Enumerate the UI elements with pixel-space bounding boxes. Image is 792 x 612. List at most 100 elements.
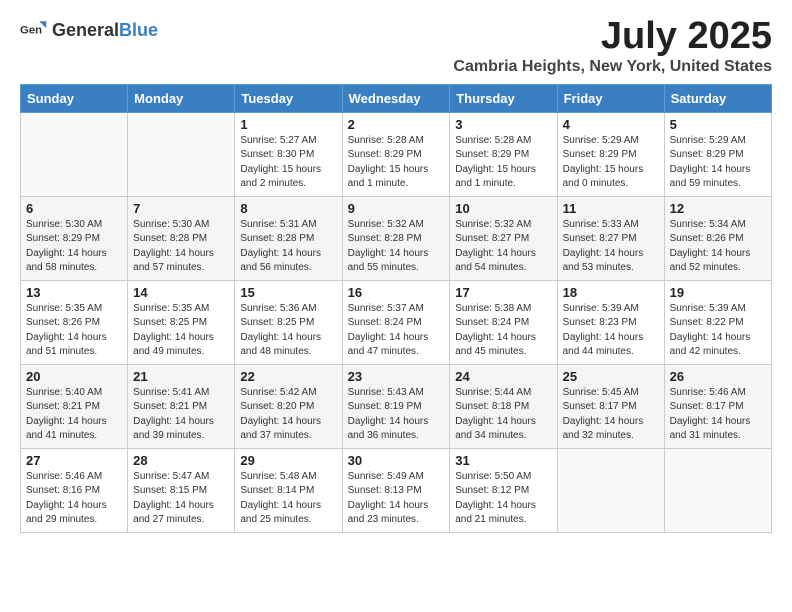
day-info: Sunrise: 5:42 AMSunset: 8:20 PMDaylight:…: [240, 386, 336, 444]
calendar-day-cell: 29 Sunrise: 5:48 AMSunset: 8:14 PMDayligh…: [235, 448, 342, 532]
calendar-day-cell: 24 Sunrise: 5:44 AMSunset: 8:18 PMDayligh…: [450, 364, 557, 448]
day-info: Sunrise: 5:48 AMSunset: 8:14 PMDaylight:…: [240, 470, 336, 528]
logo-general: General: [52, 20, 119, 40]
day-number: 5: [670, 117, 766, 132]
logo: Gen GeneralBlue: [20, 16, 158, 44]
calendar-week-row: 27 Sunrise: 5:46 AMSunset: 8:16 PMDayligh…: [21, 448, 772, 532]
calendar-day-cell: 1 Sunrise: 5:27 AMSunset: 8:30 PMDaylight…: [235, 112, 342, 196]
location-title: Cambria Heights, New York, United States: [453, 58, 772, 76]
calendar-day-cell: 21 Sunrise: 5:41 AMSunset: 8:21 PMDayligh…: [128, 364, 235, 448]
logo-blue: Blue: [119, 20, 158, 40]
day-info: Sunrise: 5:35 AMSunset: 8:26 PMDaylight:…: [26, 302, 122, 360]
calendar-day-cell: [557, 448, 664, 532]
day-number: 6: [26, 201, 122, 216]
calendar-day-cell: 17 Sunrise: 5:38 AMSunset: 8:24 PMDayligh…: [450, 280, 557, 364]
day-info: Sunrise: 5:37 AMSunset: 8:24 PMDaylight:…: [348, 302, 445, 360]
calendar-day-cell: [128, 112, 235, 196]
day-number: 15: [240, 285, 336, 300]
day-number: 14: [133, 285, 229, 300]
title-area: July 2025 Cambria Heights, New York, Uni…: [453, 16, 772, 76]
calendar-day-cell: [21, 112, 128, 196]
day-number: 31: [455, 453, 551, 468]
day-number: 28: [133, 453, 229, 468]
day-info: Sunrise: 5:30 AMSunset: 8:28 PMDaylight:…: [133, 218, 229, 276]
day-number: 22: [240, 369, 336, 384]
day-number: 30: [348, 453, 445, 468]
day-number: 24: [455, 369, 551, 384]
calendar-day-cell: 25Sunrise: 5:45 AMSunset: 8:17 PMDayligh…: [557, 364, 664, 448]
day-info: Sunrise: 5:45 AMSunset: 8:17 PMDaylight:…: [563, 386, 659, 444]
calendar-day-cell: 16 Sunrise: 5:37 AMSunset: 8:24 PMDayligh…: [342, 280, 450, 364]
day-number: 11: [563, 201, 659, 216]
day-info: Sunrise: 5:47 AMSunset: 8:15 PMDaylight:…: [133, 470, 229, 528]
day-number: 23: [348, 369, 445, 384]
calendar-day-cell: 26 Sunrise: 5:46 AMSunset: 8:17 PMDayligh…: [664, 364, 771, 448]
day-info: Sunrise: 5:49 AMSunset: 8:13 PMDaylight:…: [348, 470, 445, 528]
calendar-day-header: Tuesday: [235, 84, 342, 112]
calendar-day-cell: 28 Sunrise: 5:47 AMSunset: 8:15 PMDayligh…: [128, 448, 235, 532]
day-info: Sunrise: 5:46 AMSunset: 8:17 PMDaylight:…: [670, 386, 766, 444]
calendar-day-cell: 18Sunrise: 5:39 AMSunset: 8:23 PMDayligh…: [557, 280, 664, 364]
day-number: 26: [670, 369, 766, 384]
calendar-week-row: 1 Sunrise: 5:27 AMSunset: 8:30 PMDaylight…: [21, 112, 772, 196]
day-number: 21: [133, 369, 229, 384]
svg-text:Gen: Gen: [20, 25, 42, 37]
day-info: Sunrise: 5:32 AMSunset: 8:28 PMDaylight:…: [348, 218, 445, 276]
day-number: 3: [455, 117, 551, 132]
day-info: Sunrise: 5:39 AMSunset: 8:23 PMDaylight:…: [563, 302, 659, 360]
day-info: Sunrise: 5:43 AMSunset: 8:19 PMDaylight:…: [348, 386, 445, 444]
calendar-day-cell: 2Sunrise: 5:28 AMSunset: 8:29 PMDaylight…: [342, 112, 450, 196]
calendar-week-row: 20Sunrise: 5:40 AMSunset: 8:21 PMDayligh…: [21, 364, 772, 448]
day-number: 27: [26, 453, 122, 468]
day-info: Sunrise: 5:34 AMSunset: 8:26 PMDaylight:…: [670, 218, 766, 276]
calendar-day-cell: 27 Sunrise: 5:46 AMSunset: 8:16 PMDayligh…: [21, 448, 128, 532]
calendar-day-cell: 19Sunrise: 5:39 AMSunset: 8:22 PMDayligh…: [664, 280, 771, 364]
calendar-day-cell: 3Sunrise: 5:28 AMSunset: 8:29 PMDaylight…: [450, 112, 557, 196]
calendar-day-cell: 4Sunrise: 5:29 AMSunset: 8:29 PMDaylight…: [557, 112, 664, 196]
day-info: Sunrise: 5:27 AMSunset: 8:30 PMDaylight:…: [240, 134, 336, 192]
day-number: 1: [240, 117, 336, 132]
calendar-day-header: Monday: [128, 84, 235, 112]
calendar-day-cell: 6Sunrise: 5:30 AMSunset: 8:29 PMDaylight…: [21, 196, 128, 280]
day-info: Sunrise: 5:29 AMSunset: 8:29 PMDaylight:…: [563, 134, 659, 192]
calendar-day-cell: 20Sunrise: 5:40 AMSunset: 8:21 PMDayligh…: [21, 364, 128, 448]
calendar-header-row: SundayMondayTuesdayWednesdayThursdayFrid…: [21, 84, 772, 112]
calendar-day-cell: 11 Sunrise: 5:33 AMSunset: 8:27 PMDayligh…: [557, 196, 664, 280]
calendar-week-row: 13 Sunrise: 5:35 AMSunset: 8:26 PMDayligh…: [21, 280, 772, 364]
day-info: Sunrise: 5:32 AMSunset: 8:27 PMDaylight:…: [455, 218, 551, 276]
calendar-day-cell: 15 Sunrise: 5:36 AMSunset: 8:25 PMDayligh…: [235, 280, 342, 364]
calendar-day-cell: [664, 448, 771, 532]
day-number: 29: [240, 453, 336, 468]
calendar-day-header: Sunday: [21, 84, 128, 112]
day-number: 2: [348, 117, 445, 132]
day-info: Sunrise: 5:36 AMSunset: 8:25 PMDaylight:…: [240, 302, 336, 360]
day-number: 9: [348, 201, 445, 216]
day-info: Sunrise: 5:33 AMSunset: 8:27 PMDaylight:…: [563, 218, 659, 276]
day-info: Sunrise: 5:38 AMSunset: 8:24 PMDaylight:…: [455, 302, 551, 360]
month-title: July 2025: [453, 16, 772, 58]
day-info: Sunrise: 5:31 AMSunset: 8:28 PMDaylight:…: [240, 218, 336, 276]
day-info: Sunrise: 5:50 AMSunset: 8:12 PMDaylight:…: [455, 470, 551, 528]
day-number: 19: [670, 285, 766, 300]
day-number: 17: [455, 285, 551, 300]
header: Gen GeneralBlue July 2025 Cambria Height…: [20, 16, 772, 76]
day-number: 13: [26, 285, 122, 300]
calendar-week-row: 6Sunrise: 5:30 AMSunset: 8:29 PMDaylight…: [21, 196, 772, 280]
day-info: Sunrise: 5:44 AMSunset: 8:18 PMDaylight:…: [455, 386, 551, 444]
calendar-day-header: Wednesday: [342, 84, 450, 112]
day-number: 7: [133, 201, 229, 216]
calendar-day-cell: 9 Sunrise: 5:32 AMSunset: 8:28 PMDaylight…: [342, 196, 450, 280]
day-info: Sunrise: 5:46 AMSunset: 8:16 PMDaylight:…: [26, 470, 122, 528]
calendar-day-cell: 23 Sunrise: 5:43 AMSunset: 8:19 PMDayligh…: [342, 364, 450, 448]
calendar-day-cell: 14Sunrise: 5:35 AMSunset: 8:25 PMDayligh…: [128, 280, 235, 364]
calendar-day-cell: 8Sunrise: 5:31 AMSunset: 8:28 PMDaylight…: [235, 196, 342, 280]
calendar-day-cell: 13 Sunrise: 5:35 AMSunset: 8:26 PMDayligh…: [21, 280, 128, 364]
day-number: 10: [455, 201, 551, 216]
day-number: 20: [26, 369, 122, 384]
calendar-day-cell: 12 Sunrise: 5:34 AMSunset: 8:26 PMDayligh…: [664, 196, 771, 280]
day-number: 16: [348, 285, 445, 300]
calendar: SundayMondayTuesdayWednesdayThursdayFrid…: [20, 84, 772, 533]
day-info: Sunrise: 5:41 AMSunset: 8:21 PMDaylight:…: [133, 386, 229, 444]
calendar-day-cell: 22 Sunrise: 5:42 AMSunset: 8:20 PMDayligh…: [235, 364, 342, 448]
day-number: 12: [670, 201, 766, 216]
